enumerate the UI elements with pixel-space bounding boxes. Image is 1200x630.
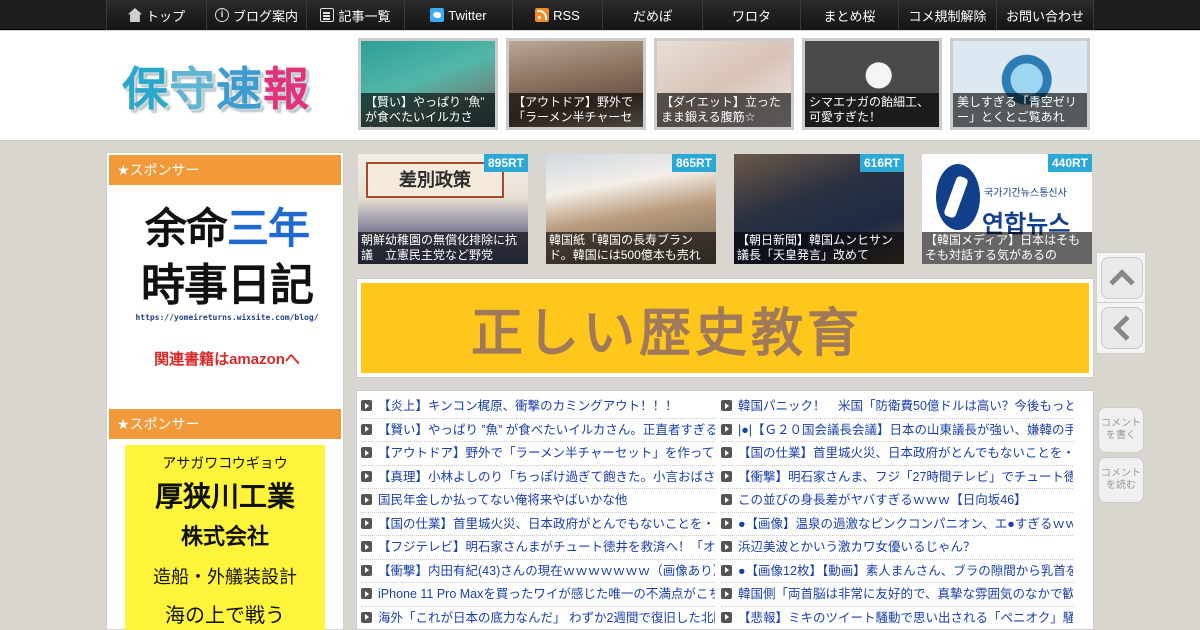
nav-twitter[interactable]: Twitter [404,0,512,30]
bullet-arrow-icon [721,588,732,599]
article-link[interactable]: 【衝撃】明石家さんま、フジ「27時間テレビ」でチュート徳井 [721,466,1073,489]
article-link[interactable]: 【悲報】ミキのツイート騒動で思い出される「ペニオク」騒動 [721,607,1073,630]
article-link[interactable]: 【賢い】やっぱり ”魚” が食べたいイルカさん。正直者すぎる！ [361,419,715,442]
article-link[interactable]: 【フジテレビ】明石家さんまがチュート徳井を救済へ！「オレ [361,536,715,560]
chevron-up-icon [1109,269,1135,295]
article-link[interactable]: 【アウトドア】野外で「ラーメン半チャーセット」を作って食 [361,442,715,466]
bullet-arrow-icon [361,447,372,458]
site-logo[interactable]: 保守速報 [122,53,310,119]
nav-top[interactable]: トップ [106,0,206,30]
article-link[interactable]: |●|【Ｇ２０国会議長会議】日本の山東議長が強い、嫌韓の手本 [721,419,1073,442]
bullet-arrow-icon [721,470,732,482]
article-link[interactable]: 【真理】小林よしのり「ちっぽけ過ぎて飽きた。小言おばさんに [361,466,715,489]
info-icon: i [214,8,229,22]
article-column-right: 韓国パニック！ 米国「防衛費50億ドルは高い？今後もっと上 |●|【Ｇ２０国会議… [721,395,1073,630]
nav-comment-unblock[interactable]: コメ規制解除 [898,0,996,30]
article-link[interactable]: 国民年金しか払ってない俺将来やばいかな他 [361,489,715,513]
article-link[interactable]: 韓国側「両首脳は非常に友好的で、真摯な雰囲気のなかで歓談 [721,583,1073,607]
bullet-arrow-icon [361,423,372,435]
sponsor-header: ★スポンサー [109,155,341,185]
article-link[interactable]: iPhone 11 Pro Maxを買ったワイが感じた唯一の不満点がこちら [361,583,715,607]
list-icon [320,8,335,22]
bullet-arrow-icon [361,517,372,529]
bullet-arrow-icon [721,611,732,623]
write-comment-button[interactable]: コメントを書く [1098,407,1144,453]
nav-article-list[interactable]: 記事一覧 [306,0,404,30]
ranking-item[interactable]: 865RT 韓国紙「韓国の長寿ブランド。韓国には500億本も売れ [546,154,716,264]
article-link[interactable]: ●【画像12枚】【動画】素人まんさん、ブラの隙間から乳首を披 [721,560,1073,583]
article-link[interactable]: 浜辺美波とかいう激カワ女優いるじゃん？ [721,536,1073,560]
rt-badge: 895RT [483,154,528,172]
bullet-arrow-icon [361,611,372,623]
history-education-banner[interactable]: 正しい歴史教育 [356,278,1094,378]
bullet-arrow-icon [721,423,732,435]
bullet-arrow-icon [361,400,372,411]
bullet-arrow-icon [361,541,372,552]
article-link[interactable]: 【炎上】キンコン梶原、衝撃のカミングアウト！！！ [361,395,715,419]
amazon-link[interactable]: 関連書籍はamazonへ [129,348,325,369]
ad-asagawa[interactable]: アサガワコウギョウ 厚狭川工業 株式会社 造船・外艤装設計 海の上で戦う [125,445,325,630]
nav-damepo[interactable]: だめぽ [602,0,702,30]
bullet-arrow-icon [721,517,732,529]
left-sidebar: ★スポンサー 余命三年 時事日記 https://yomeireturns.wi… [106,152,344,630]
nav-rss[interactable]: RSS [512,0,602,30]
ranking-row: 差別政策 895RT 朝鮮幼稚園の無償化排除に抗議 立憲民主党など野党 865R… [358,154,1110,264]
scroll-top-button[interactable] [1096,252,1146,304]
article-link[interactable]: 韓国パニック！ 米国「防衛費50億ドルは高い？今後もっと上 [721,395,1073,419]
bullet-arrow-icon [721,447,732,458]
rt-badge: 616RT [859,154,904,172]
header-thumb[interactable]: 美しすぎる「青空ゼリー」とくとご覧あれ [950,38,1090,130]
article-list: 【炎上】キンコン梶原、衝撃のカミングアウト！！！ 【賢い】やっぱり ”魚” が食… [356,390,1094,630]
home-icon [127,8,142,22]
header-thumb[interactable]: 【アウトドア】野外で「ラーメン半チャーセット」 [506,38,646,130]
article-link[interactable]: ●【画像】温泉の過激なピンクコンパニオン、エ●すぎるｗｗｗ [721,513,1073,536]
bullet-arrow-icon [361,588,372,599]
bullet-arrow-icon [721,564,732,576]
back-button[interactable] [1096,302,1146,354]
ranking-item[interactable]: 국가기간뉴스통신사 연합뉴스 440RT 【韓国メディア】日本はそもそも対話する… [922,154,1092,264]
nav-blog-guide[interactable]: i ブログ案内 [206,0,306,30]
article-link[interactable]: 【国の仕業】首里城火災、日本政府がとんでもないことを・・ [721,442,1073,466]
bullet-arrow-icon [721,494,732,505]
nav-contact[interactable]: お問い合わせ [996,0,1094,30]
twitter-icon [430,8,445,22]
nav-warota[interactable]: ワロタ [702,0,800,30]
header-thumb[interactable]: 【ダイエット】立ったまま鍛える腹筋☆ [654,38,794,130]
header-thumb[interactable]: 【賢い】やっぱり ”魚” が食べたいイルカさん。 [358,38,498,130]
bullet-arrow-icon [721,400,732,411]
chevron-left-icon [1113,315,1139,341]
article-link[interactable]: 【国の仕業】首里城火災、日本政府がとんでもないことを・・ [361,513,715,536]
ad-yomei-sannen[interactable]: 余命三年 時事日記 https://yomeireturns.wixsite.c… [129,201,325,381]
ranking-item[interactable]: 差別政策 895RT 朝鮮幼稚園の無償化排除に抗議 立憲民主党など野党 [358,154,528,264]
read-comment-button[interactable]: コメントを読む [1098,457,1144,503]
nav-matome-sakura[interactable]: まとめ桜 [800,0,898,30]
bullet-arrow-icon [361,470,372,482]
rss-icon [535,8,550,22]
rt-badge: 865RT [671,154,716,172]
header-thumbnails: 【賢い】やっぱり ”魚” が食べたいイルカさん。 【アウトドア】野外で「ラーメン… [358,38,1098,130]
bullet-arrow-icon [361,494,372,505]
article-link[interactable]: この並びの身長差がヤバすぎるｗｗｗ【日向坂46】 [721,489,1073,513]
site-header: 保守速報 【賢い】やっぱり ”魚” が食べたいイルカさん。 【アウトドア】野外で… [0,31,1200,141]
bullet-arrow-icon [721,541,732,552]
bullet-arrow-icon [361,564,372,576]
article-column-left: 【炎上】キンコン梶原、衝撃のカミングアウト！！！ 【賢い】やっぱり ”魚” が食… [361,395,715,630]
top-nav: トップ i ブログ案内 記事一覧 Twitter RSS だめぽ ワロタ まとめ桜… [0,0,1200,30]
article-link[interactable]: 【衝撃】内田有紀(43)さんの現在ｗｗｗｗｗｗｗ（画像あり） [361,560,715,583]
yonhap-logo [936,164,980,230]
sponsor-header: ★スポンサー [109,409,341,439]
rt-badge: 440RT [1047,154,1092,172]
ranking-item[interactable]: 616RT 【朝日新聞】韓国ムンヒサン議長「天皇発言」改めて [734,154,904,264]
header-thumb[interactable]: シマエナガの飴細工、可愛すぎた！ [802,38,942,130]
article-link[interactable]: 海外「これが日本の底力なんだ」 わずか2週間で復旧した北陸 [361,607,715,630]
